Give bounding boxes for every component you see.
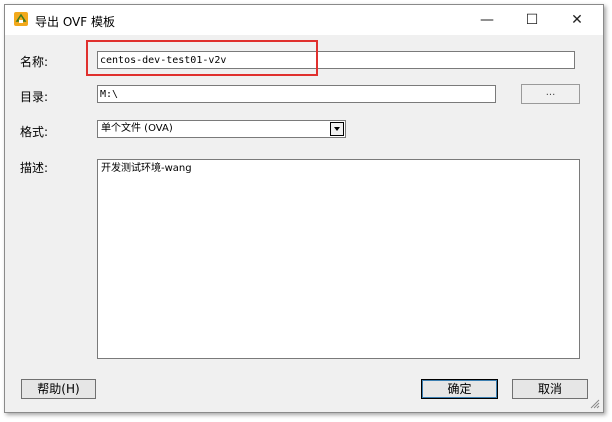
maximize-button[interactable]: ☐ — [509, 5, 555, 35]
directory-input[interactable]: M:\ — [97, 85, 496, 103]
format-label: 格式: — [20, 125, 49, 139]
directory-label: 目录: — [20, 90, 49, 104]
name-label: 名称: — [20, 55, 49, 69]
format-select[interactable]: 单个文件 (OVA) — [97, 120, 346, 138]
format-selected-value: 单个文件 (OVA) — [101, 123, 173, 134]
resize-grip-icon[interactable] — [590, 399, 600, 409]
chevron-down-icon[interactable] — [330, 122, 344, 136]
title-bar[interactable]: 导出 OVF 模板 — ☐ ✕ — [5, 5, 603, 35]
ok-button[interactable]: 确定 — [421, 379, 498, 399]
vsphere-app-icon — [14, 12, 28, 26]
minimize-button[interactable]: — — [464, 5, 510, 35]
help-button[interactable]: 帮助(H) — [21, 379, 96, 399]
cancel-button[interactable]: 取消 — [512, 379, 588, 399]
window-title: 导出 OVF 模板 — [35, 15, 115, 29]
browse-button[interactable]: ... — [521, 84, 580, 104]
description-label: 描述: — [20, 161, 49, 175]
close-button[interactable]: ✕ — [554, 5, 600, 35]
name-highlight-box — [86, 40, 318, 76]
description-textarea[interactable]: 开发测试环境-wang — [97, 159, 580, 359]
export-ovf-dialog: 导出 OVF 模板 — ☐ ✕ 名称: centos-dev-test01-v2… — [4, 4, 604, 413]
